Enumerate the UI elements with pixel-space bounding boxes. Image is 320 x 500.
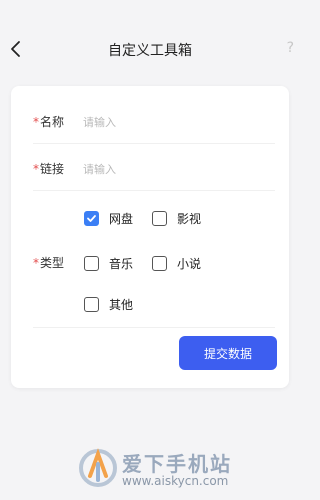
required-mark: *: [33, 162, 39, 176]
name-field: *名称: [33, 109, 275, 135]
checkbox-label: 音乐: [109, 256, 134, 271]
link-field: *链接: [33, 156, 275, 182]
checkbox-label: 影视: [177, 211, 202, 226]
tool-form-card: *名称 *链接 *类型 网盘 影视 音乐 小说 其他 提交数据: [11, 86, 289, 388]
required-mark: *: [33, 115, 39, 129]
divider: [33, 190, 275, 191]
checkbox-box[interactable]: [84, 296, 99, 312]
link-input[interactable]: [83, 156, 275, 182]
submit-button[interactable]: 提交数据: [179, 336, 277, 370]
checkbox-yinyue[interactable]: 音乐: [84, 252, 133, 274]
link-label: *链接: [33, 162, 65, 176]
checkbox-label: 小说: [177, 256, 202, 271]
divider: [33, 143, 275, 144]
watermark-text: 爱下手机站: [122, 452, 232, 476]
question-icon[interactable]: ?: [287, 40, 294, 56]
checkbox-xiaoshuo[interactable]: 小说: [152, 252, 201, 274]
checkbox-box[interactable]: [84, 210, 99, 226]
type-label: *类型: [33, 256, 65, 270]
checkbox-box[interactable]: [152, 210, 167, 226]
check-icon: [87, 214, 96, 222]
checkbox-yingshi[interactable]: 影视: [152, 207, 201, 229]
name-label: *名称: [33, 115, 65, 129]
page-title: 自定义工具箱: [108, 43, 192, 59]
checkbox-box[interactable]: [84, 255, 99, 271]
checkbox-wangpan[interactable]: 网盘: [84, 207, 133, 229]
watermark-url: www.aiskycn.com: [122, 474, 229, 488]
checkbox-label: 网盘: [109, 211, 134, 226]
checkbox-qita[interactable]: 其他: [84, 293, 133, 315]
name-input[interactable]: [83, 109, 275, 135]
app-header: 自定义工具箱 ?: [0, 0, 300, 86]
divider: [33, 327, 275, 328]
aixia-logo-icon: [79, 448, 117, 487]
checkbox-label: 其他: [109, 297, 134, 312]
watermark: 爱下手机站 www.aiskycn.com: [78, 444, 298, 492]
checkbox-box[interactable]: [152, 255, 167, 271]
required-mark: *: [33, 256, 39, 270]
